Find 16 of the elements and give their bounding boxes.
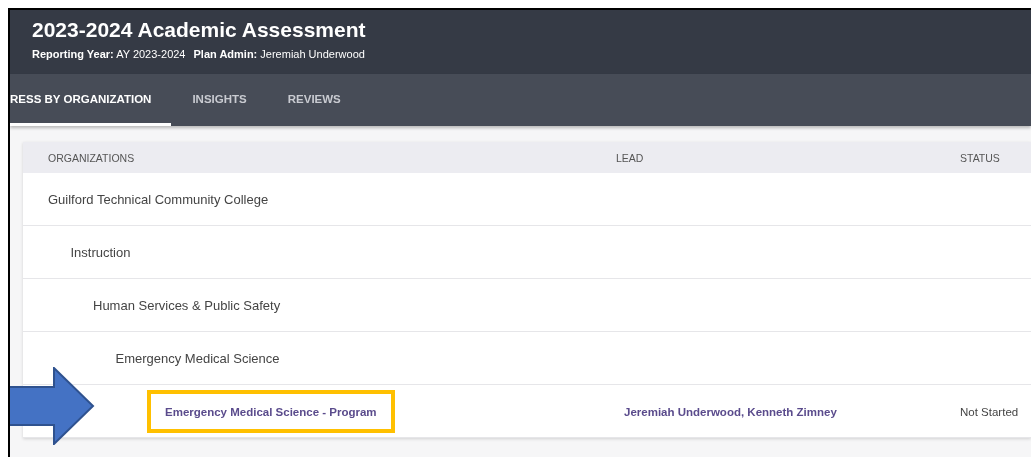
tab[interactable]: INSIGHTS: [172, 74, 267, 126]
tab[interactable]: RESS BY ORGANIZATION: [10, 74, 172, 126]
organization-name[interactable]: Instruction: [70, 244, 131, 260]
plan-admin: Plan Admin: Jeremiah Underwood: [193, 48, 365, 60]
reporting-year: Reporting Year: AY 2023-2024: [32, 48, 186, 60]
page-title: 2023-2024 Academic Assessment: [32, 18, 367, 42]
status-text: Not Started: [960, 405, 1019, 418]
organization-name[interactable]: Emergency Medical Science: [115, 350, 280, 366]
organization-name[interactable]: Human Services & Public Safety: [93, 297, 281, 313]
organization-link[interactable]: Emergency Medical Science - Program: [165, 405, 377, 418]
arrow-icon: [10, 367, 96, 445]
column-header: STATUS: [960, 151, 1001, 164]
organization-name[interactable]: Guilford Technical Community College: [48, 191, 269, 207]
tab[interactable]: REVIEWS: [267, 74, 361, 126]
column-header: LEAD: [616, 151, 645, 164]
lead-link[interactable]: Jeremiah Underwood, Kenneth Zimney: [624, 405, 837, 418]
